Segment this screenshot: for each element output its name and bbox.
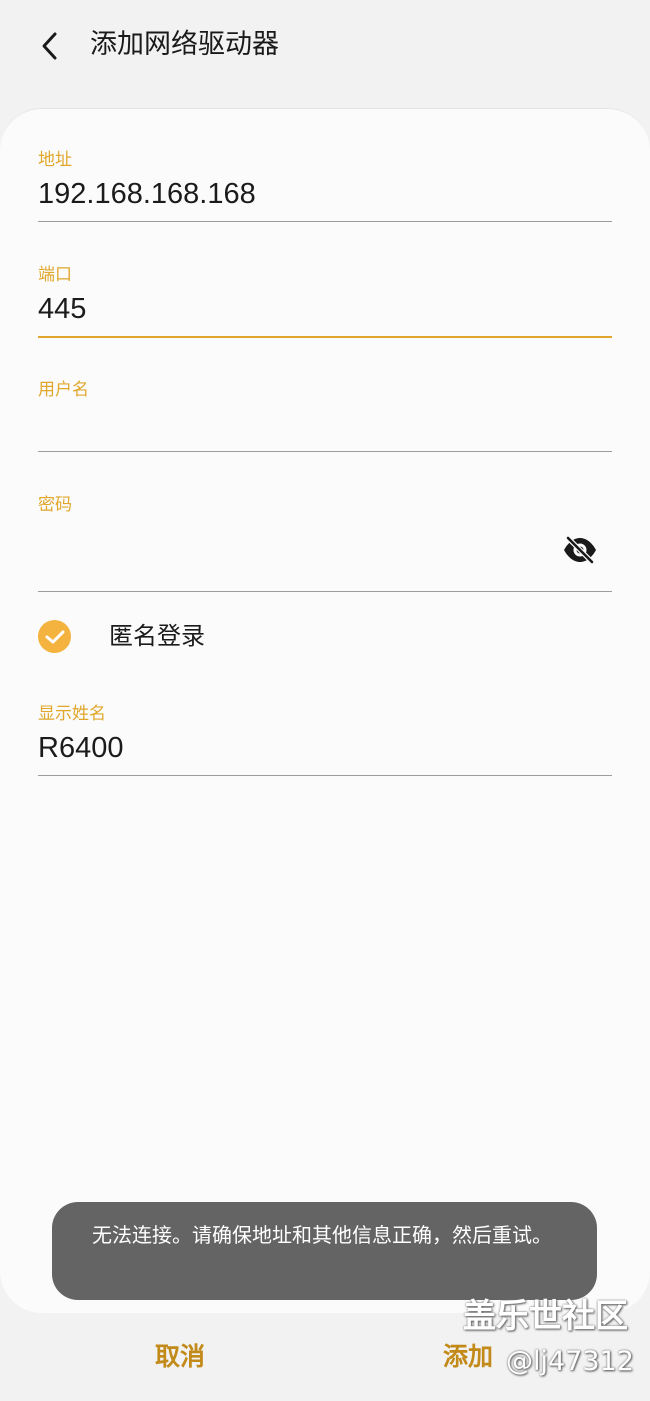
address-input[interactable]: 192.168.168.168: [38, 176, 256, 212]
port-input[interactable]: 445: [38, 291, 86, 327]
anonymous-login-label: 匿名登录: [109, 622, 205, 650]
display-name-label: 显示姓名: [38, 704, 106, 724]
password-label: 密码: [38, 495, 72, 515]
chevron-left-icon: [42, 32, 57, 60]
display-name-input[interactable]: R6400: [38, 730, 123, 766]
toast-message: 无法连接。请确保地址和其他信息正确，然后重试。: [92, 1223, 552, 1247]
watermark-user: @lj47312: [506, 1346, 634, 1377]
add-button[interactable]: 添加: [443, 1340, 493, 1374]
username-label: 用户名: [38, 380, 89, 400]
port-underline: [38, 336, 612, 338]
watermark-site: 盖乐世社区: [463, 1296, 628, 1335]
page-title: 添加网络驱动器: [90, 29, 279, 60]
back-button[interactable]: [30, 26, 70, 66]
password-field[interactable]: 密码: [38, 494, 612, 592]
address-field[interactable]: 地址 192.168.168.168: [38, 149, 612, 222]
display-name-underline: [38, 775, 612, 776]
password-visibility-toggle[interactable]: [560, 530, 600, 570]
address-label: 地址: [38, 150, 72, 170]
check-icon: [45, 630, 64, 643]
password-underline: [38, 591, 612, 592]
cancel-button[interactable]: 取消: [155, 1340, 205, 1374]
username-field[interactable]: 用户名: [38, 379, 612, 452]
error-toast: 无法连接。请确保地址和其他信息正确，然后重试。: [52, 1202, 597, 1300]
anonymous-login-checkbox[interactable]: 匿名登录: [38, 618, 438, 658]
app-header: 添加网络驱动器: [0, 0, 650, 92]
address-underline: [38, 221, 612, 222]
checkbox-checked[interactable]: [38, 620, 71, 653]
username-underline: [38, 451, 612, 452]
eye-off-icon: [564, 535, 596, 565]
display-name-field[interactable]: 显示姓名 R6400: [38, 703, 612, 776]
port-field[interactable]: 端口 445: [38, 264, 612, 339]
port-label: 端口: [38, 265, 72, 285]
